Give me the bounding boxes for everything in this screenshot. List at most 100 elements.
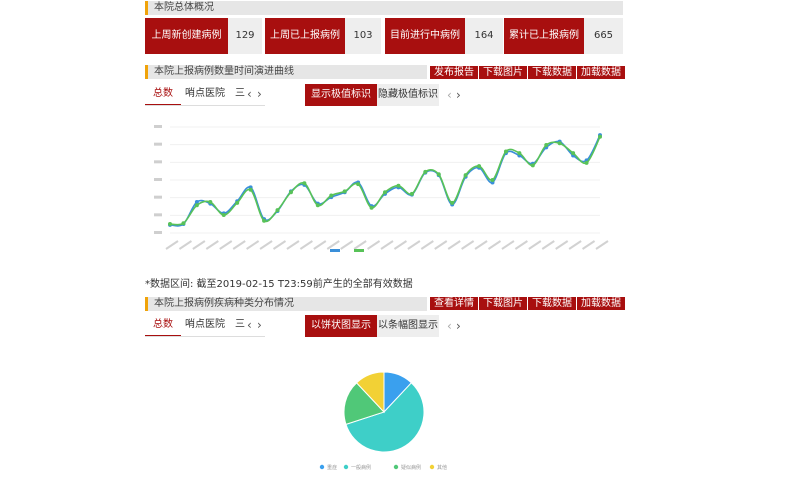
tab-third[interactable]: 三 xyxy=(235,85,245,103)
x-tick-label xyxy=(434,240,448,250)
overview-title-text: 本院总体概况 xyxy=(154,2,214,13)
distribution-pie-chart: 重症 一般病例 疑似病例 其他 xyxy=(319,371,447,471)
pie-view-toggle[interactable]: 以饼状图显示 xyxy=(305,315,377,337)
x-tick-label xyxy=(165,240,179,250)
x-tick-label xyxy=(582,240,596,250)
download-data-button[interactable]: 下载数据 xyxy=(528,66,577,79)
legend-label: 重症 xyxy=(327,464,337,471)
bar-view-toggle[interactable]: 以条幅图显示 xyxy=(377,315,439,337)
legend-item xyxy=(330,249,340,252)
x-tick-label xyxy=(353,240,367,250)
series-point xyxy=(168,222,172,227)
show-extremes-toggle[interactable]: 显示极值标识 xyxy=(305,84,377,106)
series-point xyxy=(409,191,414,196)
x-tick-label xyxy=(178,240,192,250)
series-point xyxy=(221,213,226,218)
series-point xyxy=(275,208,280,213)
title-mark xyxy=(145,297,148,311)
series-point xyxy=(262,218,267,223)
y-tick-label xyxy=(154,213,162,217)
x-tick-label xyxy=(501,240,515,250)
y-tick-label xyxy=(154,160,162,164)
y-tick-label xyxy=(154,231,162,234)
legend-label: 一般病例 xyxy=(351,464,371,471)
series-point xyxy=(369,205,374,210)
x-tick-label xyxy=(205,240,219,250)
series-point xyxy=(329,193,334,198)
series-point xyxy=(517,151,522,156)
series-point xyxy=(194,203,199,208)
publish-report-button[interactable]: 发布报告 xyxy=(430,66,479,79)
series-point xyxy=(181,221,186,226)
series-line-1 xyxy=(169,136,601,226)
series-line-0 xyxy=(169,134,601,227)
x-tick-label xyxy=(407,240,421,250)
series-point xyxy=(463,173,468,178)
x-tick-label xyxy=(326,240,340,250)
chevron-right-icon[interactable]: › xyxy=(257,316,262,334)
x-tick-label xyxy=(380,240,394,250)
legend-label: 其他 xyxy=(437,464,447,471)
stat-value-total-cases: 665 xyxy=(584,18,623,54)
chevron-left-icon[interactable]: ‹ xyxy=(447,317,452,335)
trend-title-text: 本院上报病例数量时间演进曲线 xyxy=(154,66,294,77)
chevron-right-icon[interactable]: › xyxy=(456,317,461,335)
series-point xyxy=(342,189,347,194)
x-tick-label xyxy=(313,240,327,250)
stat-value-new-cases: 129 xyxy=(228,18,262,54)
load-data-button[interactable]: 加载数据 xyxy=(577,297,625,310)
stat-label-new-cases: 上周新创建病例 xyxy=(145,18,228,54)
stat-label-ongoing-cases: 目前进行中病例 xyxy=(385,18,465,54)
series-point xyxy=(248,187,253,192)
tab-total[interactable]: 总数 xyxy=(153,316,173,334)
distribution-title-text: 本院上报病例疾病种类分布情况 xyxy=(154,298,294,309)
overview-section-title: 本院总体概况 xyxy=(145,1,623,15)
hide-extremes-toggle[interactable]: 隐藏极值标识 xyxy=(377,84,439,106)
distribution-tabs: 总数 哨点医院 三 ‹ › xyxy=(145,316,265,337)
y-tick-label xyxy=(154,142,162,146)
trend-line-chart xyxy=(154,125,609,252)
series-point xyxy=(544,142,549,147)
series-point xyxy=(557,141,562,146)
stat-label-reported-cases: 上周已上报病例 xyxy=(265,18,345,54)
download-data-button[interactable]: 下载数据 xyxy=(528,297,577,310)
x-tick-label xyxy=(461,240,475,250)
x-tick-label xyxy=(568,240,582,250)
download-image-button[interactable]: 下载图片 xyxy=(479,66,528,79)
x-tick-label xyxy=(393,240,407,250)
tab-sentinel-hospital[interactable]: 哨点医院 xyxy=(185,85,225,103)
chevron-left-icon[interactable]: ‹ xyxy=(247,85,252,103)
series-point xyxy=(490,178,495,182)
legend-marker xyxy=(429,464,435,470)
chevron-right-icon[interactable]: › xyxy=(257,85,262,103)
chevron-left-icon[interactable]: ‹ xyxy=(247,316,252,334)
x-tick-label xyxy=(541,240,555,250)
tabs-divider xyxy=(145,105,265,106)
x-tick-label xyxy=(367,240,381,250)
tabs-divider xyxy=(145,336,265,337)
x-tick-label xyxy=(420,240,434,250)
series-point xyxy=(383,190,387,195)
download-image-button[interactable]: 下载图片 xyxy=(479,297,528,310)
trend-section-title: 本院上报病例数量时间演进曲线 xyxy=(145,65,427,79)
tab-total[interactable]: 总数 xyxy=(153,85,173,103)
series-point xyxy=(477,164,482,169)
load-data-button[interactable]: 加载数据 xyxy=(577,66,625,79)
series-point xyxy=(598,134,602,139)
x-tick-label xyxy=(286,240,300,250)
y-tick-label xyxy=(154,125,162,128)
series-point xyxy=(530,163,535,168)
legend-marker xyxy=(343,464,349,470)
x-tick-label xyxy=(192,240,206,250)
legend-item xyxy=(354,249,364,252)
x-tick-label xyxy=(340,240,354,250)
chevron-left-icon[interactable]: ‹ xyxy=(447,86,452,104)
chevron-right-icon[interactable]: › xyxy=(456,86,461,104)
x-tick-label xyxy=(219,240,233,250)
tab-third[interactable]: 三 xyxy=(235,316,245,334)
series-point xyxy=(503,149,508,154)
tab-sentinel-hospital[interactable]: 哨点医院 xyxy=(185,316,225,334)
data-range-note: *数据区间: 截至2019-02-15 T23:59前产生的全部有效数据 xyxy=(145,279,413,290)
view-details-button[interactable]: 查看详情 xyxy=(430,297,479,310)
title-mark xyxy=(145,1,148,15)
